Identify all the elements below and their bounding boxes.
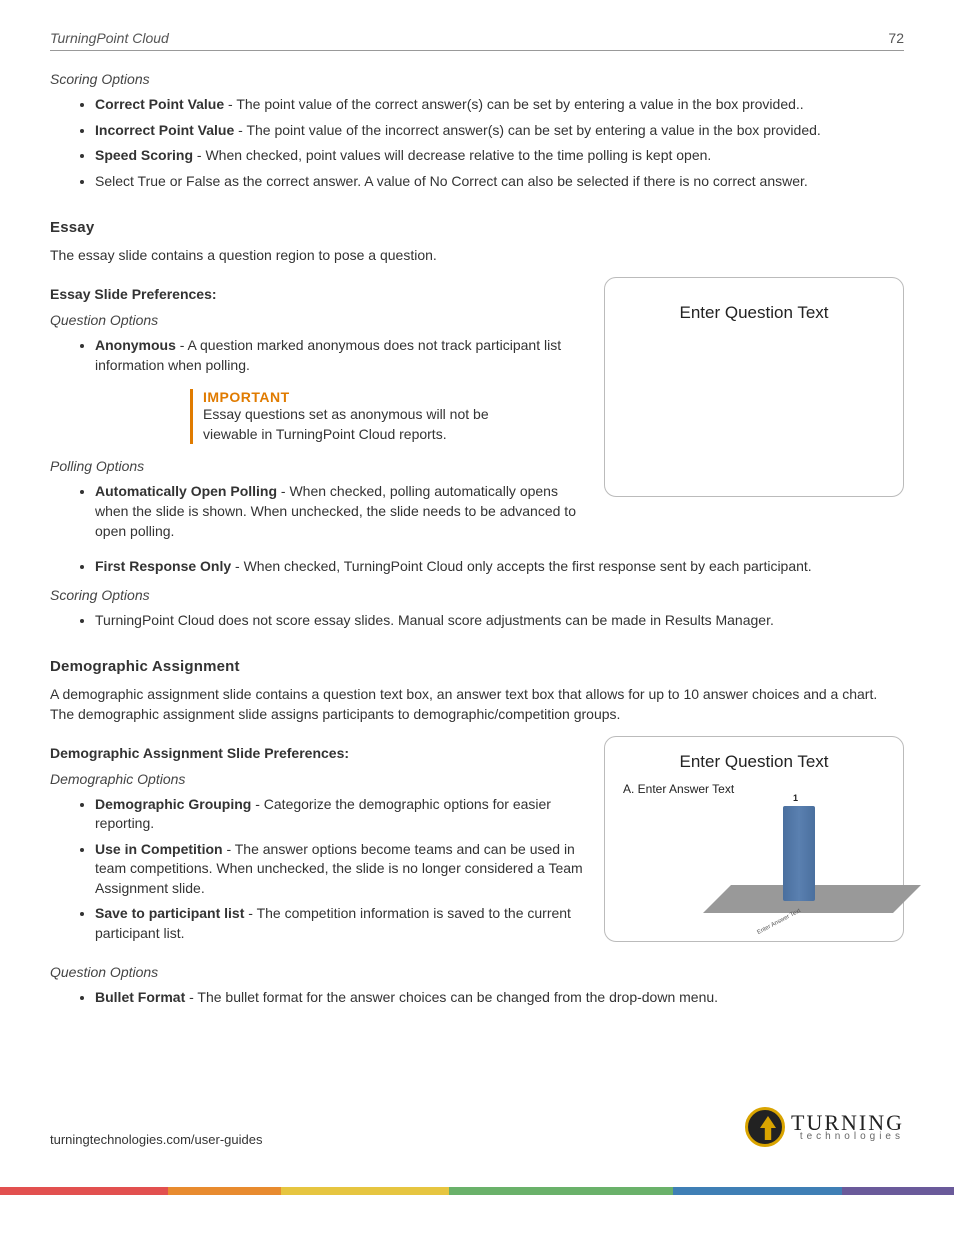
list-item: Bullet Format - The bullet format for th…	[95, 988, 904, 1008]
question-options-list: Anonymous - A question marked anonymous …	[95, 336, 584, 375]
logo-main-text: TURNING	[791, 1113, 904, 1133]
list-item: Select True or False as the correct answ…	[95, 172, 904, 192]
polling-options-list: Automatically Open Polling - When checke…	[95, 482, 584, 541]
chart-bar-label: 1	[793, 793, 798, 803]
polling-options-heading: Polling Options	[50, 458, 584, 474]
demographic-figure: Enter Question Text A. Enter Answer Text…	[604, 736, 904, 942]
logo-icon	[745, 1107, 785, 1147]
scoring-options-list: Correct Point Value - The point value of…	[95, 95, 904, 191]
list-item: First Response Only - When checked, Turn…	[95, 557, 904, 577]
polling-options-list-cont: First Response Only - When checked, Turn…	[95, 557, 904, 577]
list-item: TurningPoint Cloud does not score essay …	[95, 611, 904, 631]
question-options-heading: Question Options	[50, 312, 584, 328]
figure-question-text: Enter Question Text	[623, 752, 885, 772]
list-item: Incorrect Point Value - The point value …	[95, 121, 904, 141]
page-number: 72	[888, 30, 904, 46]
important-callout: IMPORTANT Essay questions set as anonymo…	[190, 389, 520, 444]
demographic-prefs-label: Demographic Assignment Slide Preferences…	[50, 745, 584, 761]
essay-scoring-heading: Scoring Options	[50, 587, 904, 603]
footer-url: turningtechnologies.com/user-guides	[50, 1132, 262, 1147]
page-footer: turningtechnologies.com/user-guides TURN…	[50, 1107, 904, 1147]
essay-heading: Essay	[50, 219, 904, 236]
important-label: IMPORTANT	[203, 389, 520, 405]
demographic-options-list: Demographic Grouping - Categorize the de…	[95, 795, 584, 944]
logo-sub-text: technologies	[791, 1132, 904, 1141]
list-item: Demographic Grouping - Categorize the de…	[95, 795, 584, 834]
list-item: Speed Scoring - When checked, point valu…	[95, 146, 904, 166]
list-item: Automatically Open Polling - When checke…	[95, 482, 584, 541]
figure-chart: 1 Enter Answer Text	[623, 786, 885, 931]
chart-bar	[783, 806, 815, 901]
scoring-options-heading: Scoring Options	[50, 71, 904, 87]
demographic-heading: Demographic Assignment	[50, 658, 904, 675]
important-text: Essay questions set as anonymous will no…	[203, 405, 520, 444]
list-item: Anonymous - A question marked anonymous …	[95, 336, 584, 375]
demographic-intro: A demographic assignment slide contains …	[50, 685, 904, 724]
figure-question-text: Enter Question Text	[605, 303, 903, 323]
brand-logo: TURNING technologies	[745, 1107, 904, 1147]
demographic-options-heading: Demographic Options	[50, 771, 584, 787]
header-title: TurningPoint Cloud	[50, 30, 169, 46]
page-header: TurningPoint Cloud 72	[50, 30, 904, 51]
list-item: Correct Point Value - The point value of…	[95, 95, 904, 115]
footer-color-strip	[0, 1187, 954, 1195]
list-item: Save to participant list - The competiti…	[95, 904, 584, 943]
demo-question-options-heading: Question Options	[50, 964, 904, 980]
essay-figure: Enter Question Text	[604, 277, 904, 497]
list-item: Use in Competition - The answer options …	[95, 840, 584, 899]
demo-question-options-list: Bullet Format - The bullet format for th…	[95, 988, 904, 1008]
essay-intro: The essay slide contains a question regi…	[50, 246, 904, 266]
essay-prefs-label: Essay Slide Preferences:	[50, 286, 584, 302]
essay-scoring-list: TurningPoint Cloud does not score essay …	[95, 611, 904, 631]
